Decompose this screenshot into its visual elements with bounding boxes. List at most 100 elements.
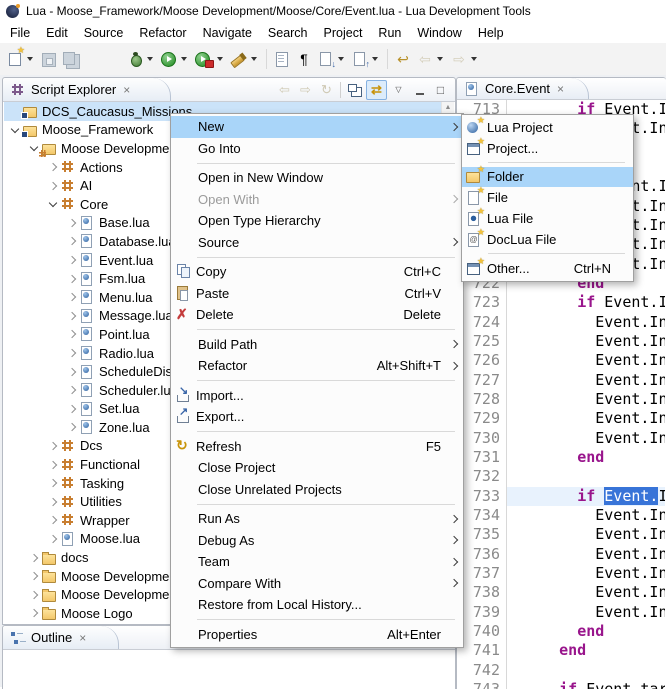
coverage-button[interactable] [193,49,227,69]
code-line-732[interactable]: 732 [458,467,665,486]
tab-script-explorer[interactable]: Script Explorer × [3,78,171,101]
chevron-right-icon[interactable] [46,499,60,505]
new-submenu-item-project[interactable]: Project... [462,138,633,159]
chevron-right-icon[interactable] [27,573,41,579]
back-dropdown-caret[interactable] [437,57,443,61]
context-menu-item-close-project[interactable]: Close Project [171,457,463,479]
chevron-right-icon[interactable] [46,480,60,486]
context-menu-item-open-in-new-window[interactable]: Open in New Window [171,167,463,189]
minimize-icon[interactable] [410,81,429,99]
new-submenu-item-doclua-file[interactable]: DocLua File [462,229,633,250]
context-menu-item-go-into[interactable]: Go Into [171,138,463,160]
chevron-right-icon[interactable] [65,276,79,282]
forward-icon[interactable]: ⇨ [296,81,315,99]
context-menu-item-debug-as[interactable]: Debug As [171,530,463,552]
context-menu-item-restore-from-local-history[interactable]: Restore from Local History... [171,594,463,616]
context-menu-item-delete[interactable]: DeleteDelete [171,304,463,326]
chevron-right-icon[interactable] [46,164,60,170]
context-menu-item-build-path[interactable]: Build Path [171,334,463,356]
view-menu-icon[interactable]: ▽ [389,81,408,99]
menubar-item-file[interactable]: File [2,24,38,42]
context-menu-item-new[interactable]: New [171,116,463,138]
debug-dropdown-caret[interactable] [147,57,153,61]
run-button[interactable] [159,49,191,69]
new-submenu-item-lua-file[interactable]: Lua File [462,208,633,229]
code-line-739[interactable]: 739 Event.IniUnit = UNIT:FindByName( Eve… [458,603,665,622]
mark-occurrences-button[interactable] [272,49,292,69]
code-line-735[interactable]: 735 Event.IniGroupName = Event.IniDCSGro… [458,525,665,544]
context-menu-item-team[interactable]: Team [171,551,463,573]
scroll-up-icon[interactable]: ▲ [442,102,454,111]
show-whitespace-button[interactable]: ¶ [294,49,314,69]
code-line-730[interactable]: 730 Event.IniCategory = Event.IniDCSUnit… [458,429,665,448]
code-line-742[interactable]: 742 [458,661,665,680]
back-icon[interactable]: ⇦ [275,81,294,99]
code-line-727[interactable]: 727 Event.IniUnitName = Event.IniDCSUnit… [458,371,665,390]
chevron-right-icon[interactable] [46,443,60,449]
chevron-right-icon[interactable] [65,331,79,337]
menubar-item-project[interactable]: Project [316,24,371,42]
context-menu-item-refresh[interactable]: RefreshF5 [171,436,463,458]
go-up-icon[interactable]: ↻ [317,81,336,99]
code-line-728[interactable]: 728 Event.IniUnit = UNIT:FindByName( Eve… [458,390,665,409]
menubar-item-edit[interactable]: Edit [38,24,76,42]
code-line-731[interactable]: 731 end [458,448,665,467]
code-line-737[interactable]: 737 Event.IniDCSUnitName = Event.IniDCSU… [458,564,665,583]
last-edit-button[interactable]: ↩ [393,49,413,69]
chevron-down-icon[interactable] [8,128,22,132]
code-line-724[interactable]: 724 Event.IniDCSUnit = Event.initiator [458,313,665,332]
context-menu-item-copy[interactable]: CopyCtrl+C [171,261,463,283]
search-button[interactable] [229,49,261,69]
code-line-729[interactable]: 729 Event.IniDCSGroupName = Event.IniGro… [458,409,665,428]
code-line-733[interactable]: 733 if Event.IniDCSGroup and Event.IniDC… [458,487,665,506]
context-menu-item-export[interactable]: Export... [171,406,463,428]
new-wizard-button[interactable] [5,49,37,69]
code-line-743[interactable]: 743 if Event.target then [458,680,665,689]
code-line-741[interactable]: 741 end [458,641,665,660]
chevron-right-icon[interactable] [27,555,41,561]
back-button[interactable]: ⇦ [415,49,447,69]
menubar-item-run[interactable]: Run [370,24,409,42]
new-submenu-item-folder[interactable]: Folder [462,167,633,188]
close-icon[interactable]: × [557,83,564,95]
context-menu-item-paste[interactable]: PasteCtrl+V [171,283,463,305]
chevron-right-icon[interactable] [46,536,60,542]
close-icon[interactable]: × [79,632,86,644]
code-line-725[interactable]: 725 Event.IniDCSGroup = Event.IniDCSUnit… [458,332,665,351]
chevron-right-icon[interactable] [65,369,79,375]
menubar-item-source[interactable]: Source [76,24,132,42]
chevron-right-icon[interactable] [65,424,79,430]
code-line-736[interactable]: 736 Event.IniGroup = GROUP:FindByName( E… [458,545,665,564]
chevron-right-icon[interactable] [65,350,79,356]
maximize-icon[interactable]: □ [431,81,450,99]
next-annotation-dropdown-caret[interactable] [338,57,344,61]
menubar-item-refactor[interactable]: Refactor [131,24,194,42]
chevron-right-icon[interactable] [65,257,79,263]
chevron-right-icon[interactable] [65,294,79,300]
forward-button[interactable]: ⇨ [449,49,481,69]
chevron-down-icon[interactable] [46,202,60,206]
menubar-item-search[interactable]: Search [260,24,316,42]
context-menu-item-compare-with[interactable]: Compare With [171,573,463,595]
save-all-button[interactable] [61,49,81,69]
code-line-723[interactable]: 723 if Event.IniObjectCategory == Object… [458,293,665,312]
chevron-right-icon[interactable] [46,462,60,468]
context-menu-item-import[interactable]: Import... [171,385,463,407]
context-menu-item-close-unrelated-projects[interactable]: Close Unrelated Projects [171,479,463,501]
new-submenu-item-lua-project[interactable]: Lua Project [462,117,633,138]
save-button[interactable] [39,49,59,69]
prev-annotation-button[interactable] [350,49,382,69]
code-line-726[interactable]: 726 Event.IniDCSUnitName = Event.IniDCSU… [458,351,665,370]
new-wizard-dropdown-caret[interactable] [27,57,33,61]
chevron-right-icon[interactable] [65,238,79,244]
chevron-right-icon[interactable] [46,183,60,189]
forward-dropdown-caret[interactable] [471,57,477,61]
next-annotation-button[interactable] [316,49,348,69]
close-icon[interactable]: × [123,84,130,96]
context-menu-item-refactor[interactable]: RefactorAlt+Shift+T [171,355,463,377]
menubar-item-window[interactable]: Window [409,24,469,42]
context-menu-item-properties[interactable]: PropertiesAlt+Enter [171,624,463,646]
new-submenu-item-other[interactable]: Other...Ctrl+N [462,258,633,279]
chevron-right-icon[interactable] [27,592,41,598]
code-line-740[interactable]: 740 end [458,622,665,641]
